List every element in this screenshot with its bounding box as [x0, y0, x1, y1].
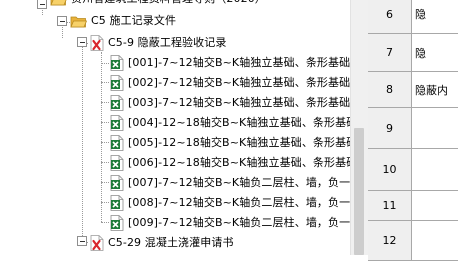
record-label: [008]-7~12轴交B~K轴负二层柱、墙，负一: [128, 196, 350, 209]
excel-file-icon: [110, 115, 124, 131]
excel-file-icon: [110, 215, 124, 231]
collapse-toggle-c5-9[interactable]: [77, 37, 87, 47]
excel-file-icon: [110, 135, 124, 151]
open-folder-icon: [50, 0, 67, 5]
excel-file-icon: [110, 95, 124, 111]
record-item[interactable]: [009]-7~12轴交B~K轴负二层柱、墙，负一: [110, 213, 350, 233]
record-item[interactable]: [007]-7~12轴交B~K轴负二层柱、墙，负一: [110, 173, 350, 193]
collapse-toggle-c5[interactable]: [57, 16, 67, 26]
row-number-cell: 12: [368, 221, 412, 261]
row-number-cell: 11: [368, 191, 412, 221]
tree-connector: [101, 222, 109, 223]
row-number-cell: 9: [368, 108, 412, 149]
record-label: [005]-12~18轴交B~K轴独立基础、条形基础: [128, 136, 350, 149]
record-item[interactable]: [003]-7~12轴交B~K轴独立基础、条形基础: [110, 93, 350, 113]
excel-file-icon: [110, 155, 124, 171]
row-number-cell: 6: [368, 0, 412, 34]
tree-connector: [101, 63, 109, 64]
tree-vertical-scrollbar[interactable]: [350, 0, 368, 255]
row-number-cell: 8: [368, 72, 412, 108]
record-label: [006]-12~18轴交B~K轴独立基础、条形基础: [128, 156, 350, 169]
record-label: [003]-7~12轴交B~K轴独立基础、条形基础: [128, 96, 350, 109]
table-cell[interactable]: [412, 108, 458, 149]
tree-connector: [101, 162, 109, 163]
collapse-toggle-guizhou[interactable]: [37, 0, 47, 9]
tree-node-label: C5-29 混凝土浇灌申请书: [108, 236, 234, 249]
tree-connector: [101, 142, 109, 143]
record-item[interactable]: [005]-12~18轴交B~K轴独立基础、条形基础: [110, 133, 350, 153]
table-cell[interactable]: 隐: [412, 34, 458, 72]
tree-connector: [101, 122, 109, 123]
tree-node-label: C5-9 隐蔽工程验收记录: [108, 36, 227, 49]
scrollbar-thumb[interactable]: [354, 128, 364, 255]
tree-connector: [82, 42, 83, 242]
record-label: [007]-7~12轴交B~K轴负二层柱、墙，负一: [128, 176, 350, 189]
table-cell[interactable]: [412, 149, 458, 191]
file-tree: 贵州省建筑工程资料管理导则（2020） C5 施工记录文件 C5-9 隐蔽工程验…: [0, 0, 350, 255]
tree-node-c5-29-form[interactable]: C5-29 混凝土浇灌申请书: [90, 233, 234, 253]
tree-node-label: C5 施工记录文件: [91, 14, 177, 27]
excel-file-icon: [110, 175, 124, 191]
row-number-cell: 10: [368, 149, 412, 191]
excel-file-icon: [110, 55, 124, 71]
record-item[interactable]: [006]-12~18轴交B~K轴独立基础、条形基础: [110, 153, 350, 173]
collapse-toggle-c5-29[interactable]: [77, 236, 87, 246]
record-label: [002]-7~12轴交B~K轴独立基础、条形基础: [128, 76, 350, 89]
tree-node-c5-9-form[interactable]: C5-9 隐蔽工程验收记录: [90, 33, 226, 53]
table-cell[interactable]: 隐蔽内: [412, 72, 458, 108]
record-item[interactable]: [002]-7~12轴交B~K轴独立基础、条形基础: [110, 73, 350, 93]
record-item[interactable]: [001]-7~12轴交B~K轴独立基础、条形基础: [110, 53, 350, 73]
tree-connector: [101, 182, 109, 183]
record-table: 6 隐 7 隐 8 隐蔽内 9 10 11 12: [368, 0, 458, 261]
record-label: [004]-12~18轴交B~K轴独立基础、条形基础: [128, 116, 350, 129]
excel-file-icon: [110, 195, 124, 211]
tree-node-guizhou-guide[interactable]: 贵州省建筑工程资料管理导则（2020）: [50, 0, 266, 9]
excel-file-icon: [110, 75, 124, 91]
form-document-icon: [90, 35, 104, 51]
tree-connector: [101, 82, 109, 83]
record-label: [009]-7~12轴交B~K轴负二层柱、墙，负一: [128, 216, 350, 229]
form-document-icon: [90, 235, 104, 251]
table-cell[interactable]: [412, 191, 458, 221]
tree-connector: [101, 202, 109, 203]
record-label: [001]-7~12轴交B~K轴独立基础、条形基础: [128, 56, 350, 69]
tree-node-c5-folder[interactable]: C5 施工记录文件: [70, 11, 176, 31]
open-folder-icon: [70, 16, 87, 27]
tree-connector: [101, 52, 102, 222]
table-cell[interactable]: 隐: [412, 0, 458, 34]
table-cell[interactable]: [412, 221, 458, 261]
record-item[interactable]: [004]-12~18轴交B~K轴独立基础、条形基础: [110, 113, 350, 133]
tree-connector: [101, 102, 109, 103]
tree-node-label: 贵州省建筑工程资料管理导则（2020）: [71, 0, 266, 9]
row-number-cell: 7: [368, 34, 412, 72]
record-item[interactable]: [008]-7~12轴交B~K轴负二层柱、墙，负一: [110, 193, 350, 213]
